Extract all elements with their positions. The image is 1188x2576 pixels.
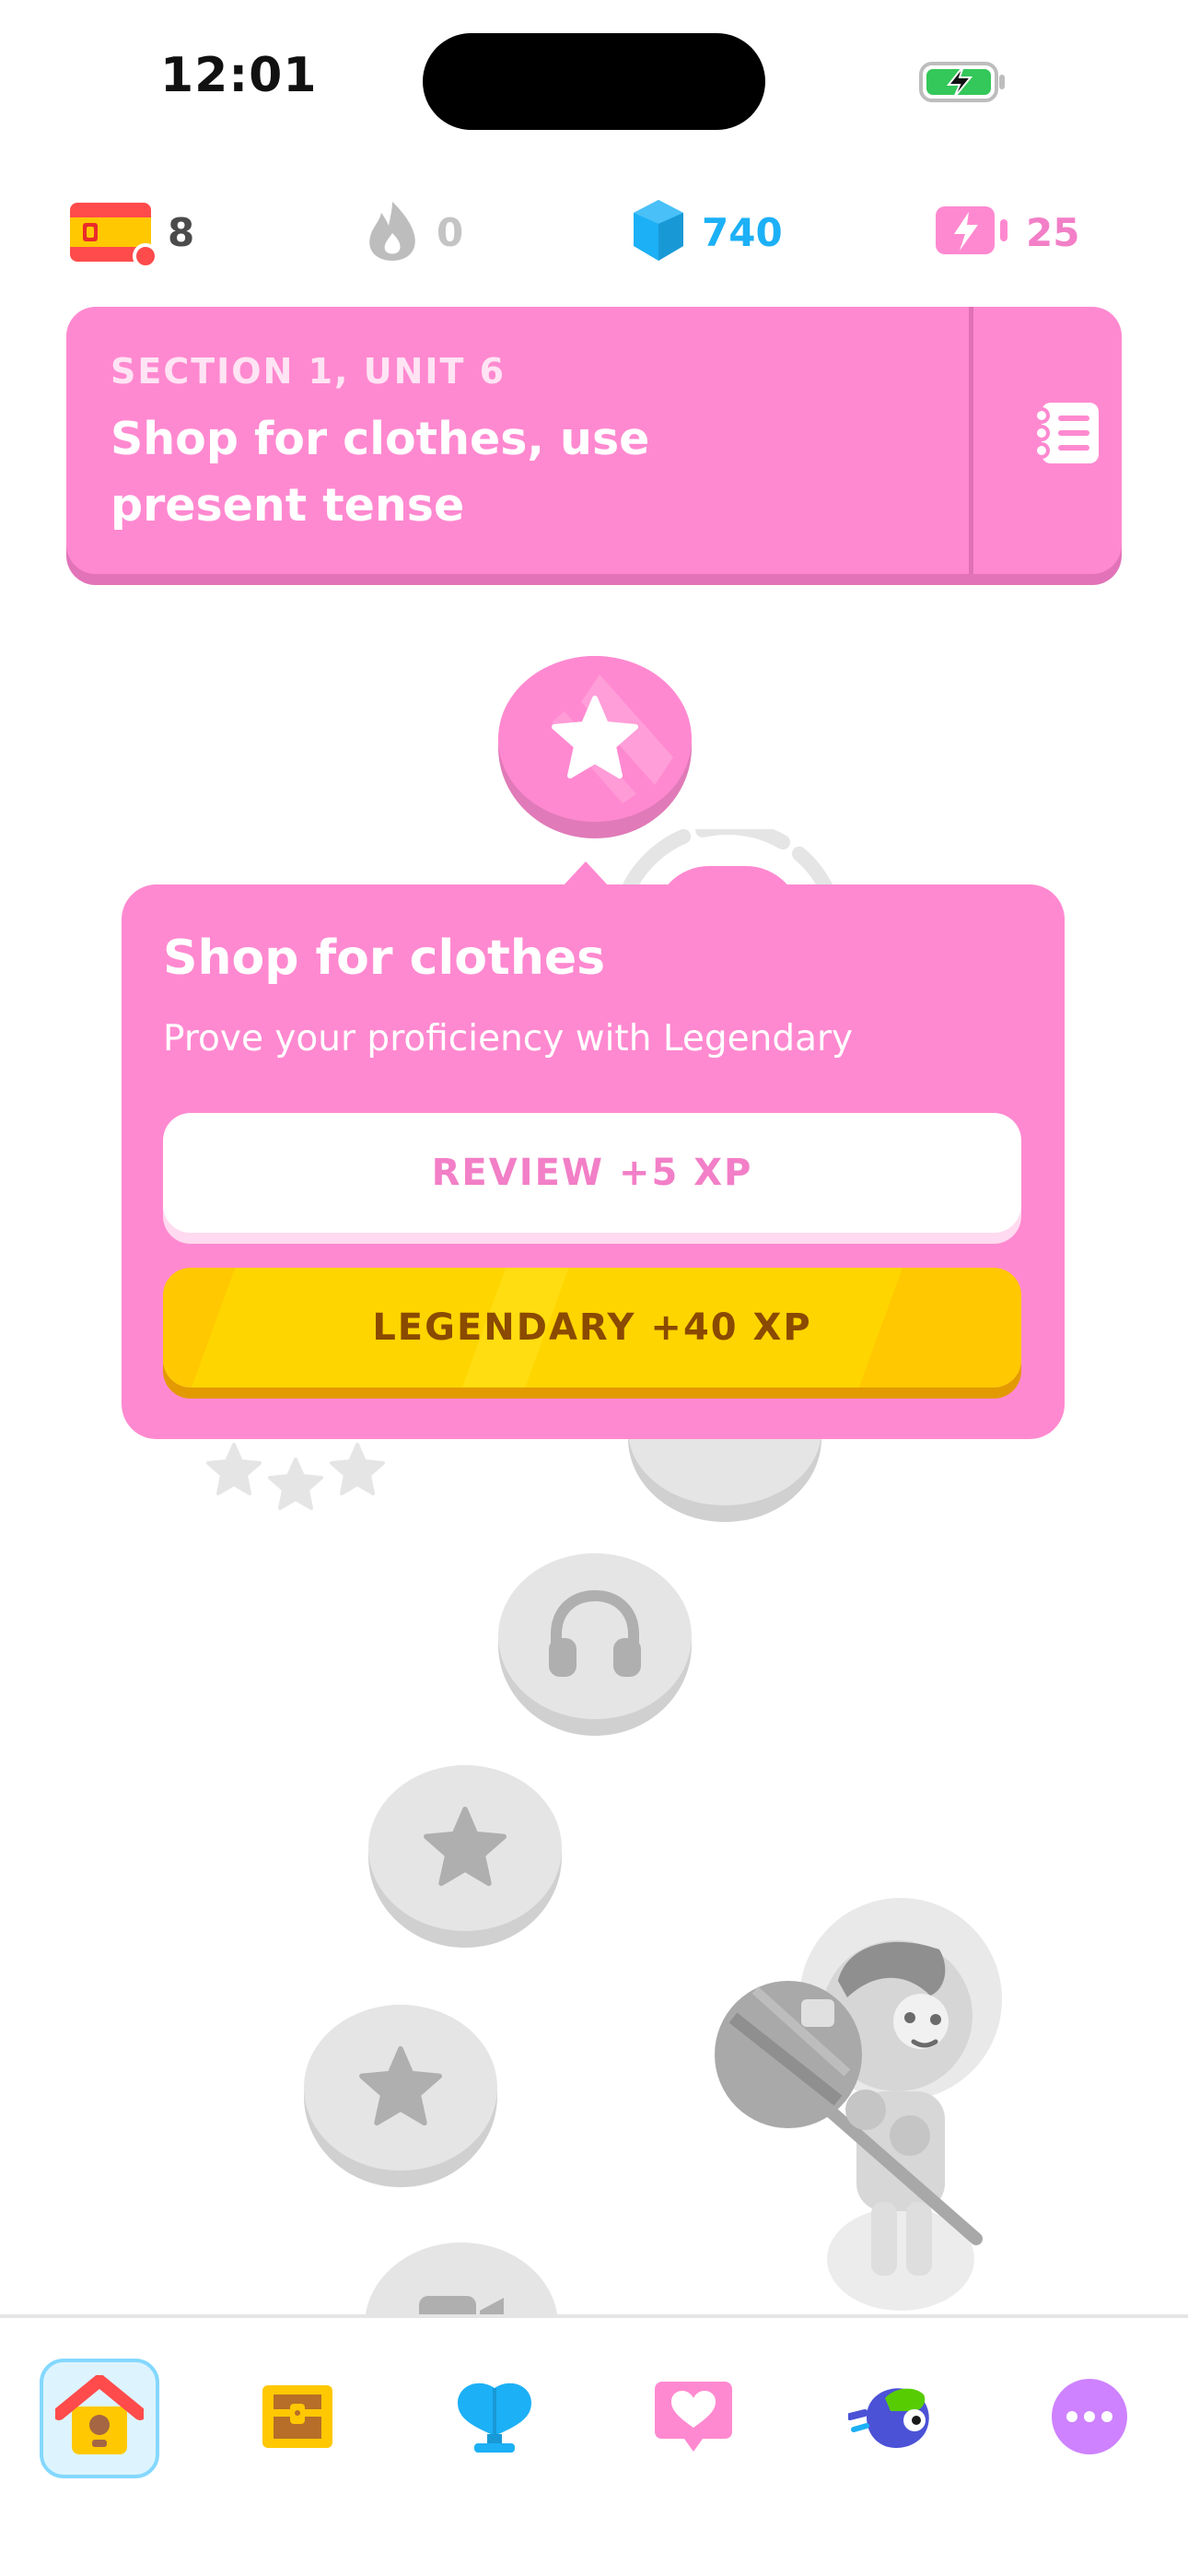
lesson-node-listening-locked[interactable] — [498, 1553, 692, 1736]
character-illustration — [709, 1879, 1004, 2325]
home-icon — [52, 2374, 146, 2462]
gem-icon — [632, 198, 685, 266]
banner-divider — [969, 307, 973, 574]
lesson-node-video-locked[interactable] — [365, 2242, 558, 2316]
course-selector[interactable]: 8 — [70, 184, 194, 280]
dynamic-island — [423, 33, 765, 130]
streak-count: 0 — [437, 209, 464, 255]
unit-section-label: SECTION 1, UNIT 6 — [111, 351, 507, 392]
gems-counter[interactable]: 740 — [632, 184, 783, 280]
character-icon — [846, 2380, 937, 2457]
energy-battery-icon — [934, 203, 1009, 262]
battery-icon — [919, 61, 1007, 107]
status-time: 12:01 — [160, 48, 318, 103]
unit-banner[interactable]: SECTION 1, UNIT 6 Shop for clothes, use … — [66, 307, 1122, 574]
tab-stories[interactable] — [238, 2359, 357, 2478]
tab-leaderboards[interactable] — [435, 2359, 554, 2478]
tab-characters[interactable] — [833, 2359, 952, 2478]
more-icon — [1050, 2377, 1129, 2460]
lesson-popover: Shop for clothes Prove your proficiency … — [122, 884, 1065, 1439]
star-icon — [423, 1806, 507, 1891]
streak-flame-icon — [365, 198, 420, 266]
energy-counter[interactable]: 25 — [934, 184, 1079, 280]
treasure-chest-icon — [259, 2382, 336, 2455]
legendary-button[interactable]: LEGENDARY +40 XP — [163, 1268, 1021, 1388]
heart-chat-icon — [653, 2378, 734, 2459]
tab-friends[interactable] — [634, 2359, 753, 2478]
popover-arrow — [562, 861, 610, 887]
gems-count: 740 — [702, 209, 783, 255]
review-button[interactable]: REVIEW +5 XP — [163, 1113, 1021, 1233]
streak-counter[interactable]: 0 — [365, 184, 463, 280]
star-icon — [358, 2045, 443, 2130]
rating-stars — [206, 1443, 385, 1510]
unit-title: Shop for clothes, use present tense — [111, 413, 650, 532]
guidebook-button[interactable] — [1006, 375, 1125, 495]
star-icon — [551, 695, 639, 783]
headphones-icon — [543, 1588, 646, 1684]
lesson-node-star-locked[interactable] — [304, 2005, 497, 2187]
course-count: 8 — [168, 209, 195, 255]
lesson-node-star-locked[interactable] — [368, 1765, 562, 1948]
popover-title: Shop for clothes — [163, 931, 606, 986]
leagues-icon — [452, 2379, 537, 2458]
tab-more[interactable] — [1030, 2359, 1149, 2478]
tabbar-divider — [0, 2314, 1188, 2318]
lesson-node-completed[interactable] — [498, 656, 692, 838]
spain-flag-icon — [70, 203, 158, 269]
video-icon — [415, 2289, 507, 2316]
tab-learn[interactable] — [40, 2359, 159, 2478]
guidebook-icon — [1031, 401, 1101, 469]
energy-count: 25 — [1026, 209, 1080, 255]
popover-subtitle: Prove your proficiency with Legendary — [163, 1018, 854, 1060]
